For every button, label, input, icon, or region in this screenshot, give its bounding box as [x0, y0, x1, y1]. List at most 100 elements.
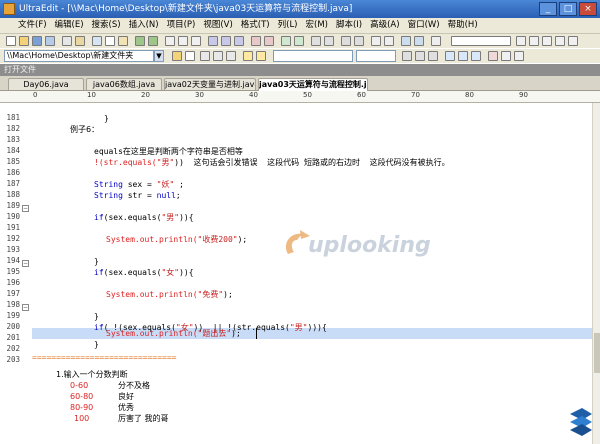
spell-check-icon[interactable] [384, 36, 394, 46]
window-tile-icon[interactable] [401, 36, 411, 46]
search-prev-icon[interactable] [529, 36, 539, 46]
path-toolbar: \\Mac\Home\Desktop\新建文件夹 ▼ [0, 49, 600, 63]
compare-icon[interactable] [311, 36, 321, 46]
scrollbar-thumb[interactable] [594, 333, 600, 373]
menu-window[interactable]: 窗口(W) [404, 18, 444, 33]
undo-icon[interactable] [135, 36, 145, 46]
menu-format[interactable]: 格式(T) [237, 18, 274, 33]
underline-icon[interactable] [428, 51, 438, 61]
font-size-combo[interactable] [356, 50, 396, 62]
search-combo[interactable] [451, 36, 511, 46]
outdent-icon[interactable] [354, 36, 364, 46]
bold-icon[interactable] [402, 51, 412, 61]
path-dropdown-icon[interactable]: ▼ [154, 50, 164, 62]
vertical-scrollbar[interactable] [592, 103, 600, 444]
menu-bar: 文件(F) 编辑(E) 搜索(S) 插入(N) 项目(P) 视图(V) 格式(T) 列(L) 宏… [0, 18, 600, 34]
macro-record-icon[interactable] [294, 36, 304, 46]
code-line: !(str.equals("男")) 这句话会引发错误 这段代码 短路或的右边时… [94, 158, 450, 167]
find-in-files-icon[interactable] [191, 36, 201, 46]
menu-advanced[interactable]: 高级(A) [366, 18, 403, 33]
replace-icon[interactable] [178, 36, 188, 46]
ftp-icon[interactable] [324, 36, 334, 46]
line-number: 198 [6, 300, 20, 309]
next-bookmark-icon[interactable] [264, 36, 274, 46]
maximize-button[interactable]: □ [559, 2, 577, 16]
code-line: System.out.println("免费"); [106, 290, 233, 299]
search-go-icon[interactable] [516, 36, 526, 46]
tab-java02[interactable]: java02天变量与进制.java [164, 78, 256, 90]
word-wrap-icon[interactable] [208, 36, 218, 46]
fold-toggle-icon[interactable]: − [22, 260, 29, 267]
menu-insert[interactable]: 插入(N) [125, 18, 163, 33]
clipboard-icon[interactable] [514, 51, 524, 61]
code-editor[interactable]: } 例子6： equals在这里是判断两个字符串是否相等 !(str.equal… [32, 103, 592, 444]
column-mode-icon[interactable] [221, 36, 231, 46]
save-all-icon[interactable] [45, 36, 55, 46]
color-icon[interactable] [488, 51, 498, 61]
save-icon[interactable] [32, 36, 42, 46]
align-right-icon[interactable] [471, 51, 481, 61]
cut-icon[interactable] [92, 36, 102, 46]
align-center-icon[interactable] [458, 51, 468, 61]
menu-project[interactable]: 项目(P) [163, 18, 200, 33]
menu-edit[interactable]: 编辑(E) [51, 18, 88, 33]
print-preview-icon[interactable] [75, 36, 85, 46]
menu-macro[interactable]: 宏(M) [302, 18, 332, 33]
browser-icon[interactable] [371, 36, 381, 46]
menu-view[interactable]: 视图(V) [199, 18, 236, 33]
line-number: 194 [6, 256, 20, 265]
goto-line-icon[interactable] [200, 51, 210, 61]
print-icon[interactable] [62, 36, 72, 46]
menu-search[interactable]: 搜索(S) [88, 18, 125, 33]
view-icon[interactable] [185, 51, 195, 61]
help-icon[interactable] [431, 36, 441, 46]
close-button[interactable]: × [579, 2, 597, 16]
line-numbers-icon[interactable] [226, 51, 236, 61]
fold-toggle-icon[interactable]: − [22, 304, 29, 311]
line-number: 192 [6, 234, 20, 243]
line-number: 202 [6, 344, 20, 353]
search-next-icon[interactable] [542, 36, 552, 46]
line-number: 190 [6, 212, 20, 221]
find-icon[interactable] [165, 36, 175, 46]
redo-icon[interactable] [148, 36, 158, 46]
window-cascade-icon[interactable] [414, 36, 424, 46]
menu-script[interactable]: 脚本(I) [332, 18, 366, 33]
search-options-icon[interactable] [555, 36, 565, 46]
code-line: 例子6： [70, 125, 100, 134]
toggle-fold-icon[interactable] [213, 51, 223, 61]
path-combo[interactable]: \\Mac\Home\Desktop\新建文件夹 [4, 50, 154, 62]
fold-toggle-icon[interactable]: − [22, 205, 29, 212]
italic-icon[interactable] [415, 51, 425, 61]
indent-icon[interactable] [341, 36, 351, 46]
bookmark-icon[interactable] [251, 36, 261, 46]
browse-folder-icon[interactable] [172, 51, 182, 61]
tab-day06[interactable]: Day06.java [8, 78, 84, 90]
toolbar-more-icon[interactable] [568, 36, 578, 46]
minimize-button[interactable]: _ [539, 2, 557, 16]
menu-file[interactable]: 文件(F) [0, 18, 51, 33]
align-left-icon[interactable] [445, 51, 455, 61]
tab-java03[interactable]: java03天运算符与流程控制.java [258, 78, 368, 91]
open-folder-icon[interactable] [19, 36, 29, 46]
open-files-pane: 打开文件 [0, 64, 600, 76]
menu-help[interactable]: 帮助(H) [444, 18, 482, 33]
menu-column[interactable]: 列(L) [274, 18, 302, 33]
line-number: 181 [6, 113, 20, 122]
line-number: 184 [6, 146, 20, 155]
syntax-icon[interactable] [256, 51, 266, 61]
code-line: String str = null; [94, 191, 181, 200]
line-number: 185 [6, 157, 20, 166]
tab-java06[interactable]: java06数组.java [86, 78, 162, 90]
font-combo[interactable] [273, 50, 353, 62]
code-line: } [104, 114, 109, 123]
score-label: 优秀 [118, 403, 134, 412]
paste-icon[interactable] [118, 36, 128, 46]
new-file-icon[interactable] [6, 36, 16, 46]
highlight-icon[interactable] [243, 51, 253, 61]
template-icon[interactable] [501, 51, 511, 61]
copy-icon[interactable] [105, 36, 115, 46]
macro-play-icon[interactable] [281, 36, 291, 46]
line-number: 197 [6, 289, 20, 298]
hex-mode-icon[interactable] [234, 36, 244, 46]
